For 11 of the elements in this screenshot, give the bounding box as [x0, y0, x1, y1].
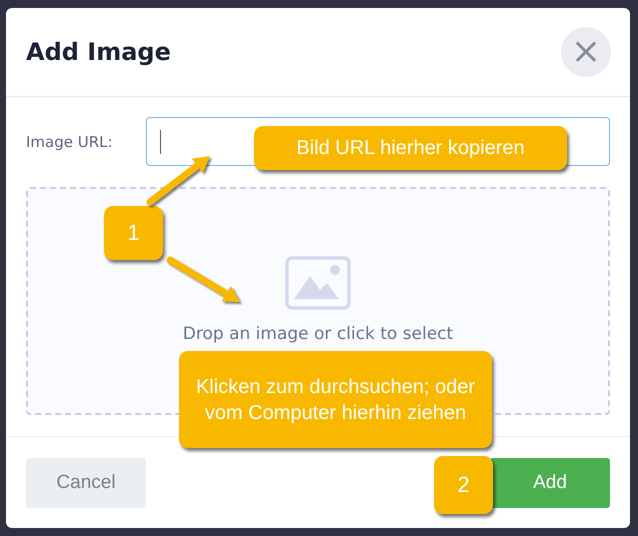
step-number-tooltip: 1 — [104, 206, 163, 260]
close-button[interactable]: × — [561, 27, 611, 77]
dialog-title: Add Image — [26, 38, 171, 66]
drop-hint: Drop an image or click to select — [182, 324, 454, 344]
callout-tooltip: Bild URL hierher kopieren — [254, 126, 567, 170]
add-button[interactable]: Add — [490, 458, 610, 508]
step-number-tooltip: 2 — [434, 456, 493, 514]
field-label: Image URL: — [26, 132, 114, 150]
cancel-button[interactable]: Cancel — [26, 458, 146, 508]
callout-tooltip: Klicken zum durchsuchen; oder vom Computer hierhin ziehen — [179, 351, 492, 448]
image-icon — [285, 256, 351, 310]
